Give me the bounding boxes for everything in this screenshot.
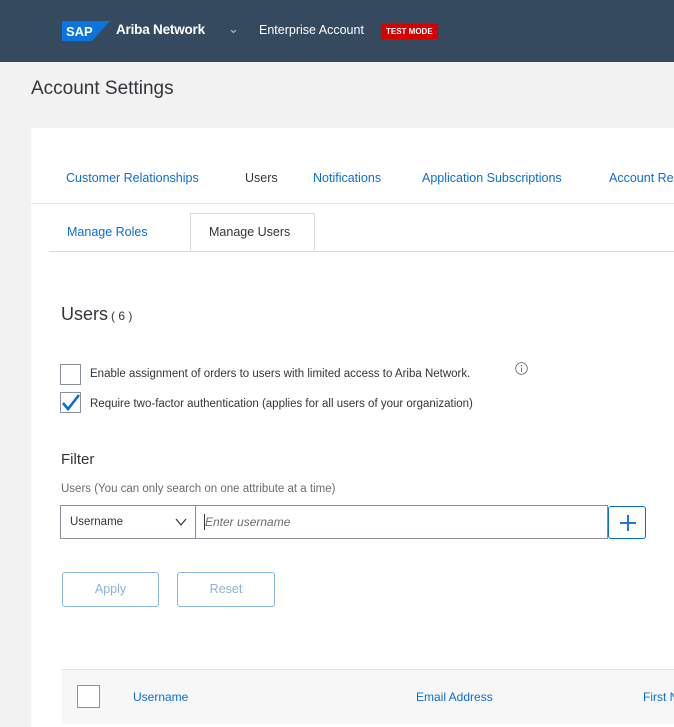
chevron-down-icon bbox=[175, 518, 187, 526]
two-factor-auth-checkbox[interactable] bbox=[60, 392, 81, 413]
product-menu-caret-icon[interactable]: ⌄ bbox=[228, 21, 239, 37]
column-header-first-name[interactable]: First N bbox=[643, 690, 674, 704]
users-heading-label: Users bbox=[61, 304, 109, 324]
select-all-checkbox[interactable] bbox=[77, 685, 100, 708]
filter-hint: Users (You can only search on one attrib… bbox=[61, 483, 336, 495]
filter-attribute-select[interactable]: Username bbox=[60, 505, 196, 539]
filter-title: Filter bbox=[61, 451, 95, 468]
test-mode-badge: TEST MODE bbox=[381, 24, 438, 39]
page-title: Account Settings bbox=[31, 78, 174, 99]
info-icon[interactable] bbox=[515, 362, 528, 375]
subtab-manage-roles[interactable]: Manage Roles bbox=[49, 213, 166, 251]
tab-customer-relationships[interactable]: Customer Relationships bbox=[66, 171, 199, 185]
apply-button[interactable]: Apply bbox=[62, 572, 159, 607]
settings-panel: Customer Relationships Users Notificatio… bbox=[31, 128, 674, 727]
checkmark-icon bbox=[62, 394, 81, 412]
reset-button[interactable]: Reset bbox=[177, 572, 275, 607]
users-heading: Users( 6 ) bbox=[61, 304, 132, 325]
two-factor-auth-label: Require two-factor authentication (appli… bbox=[90, 398, 473, 410]
tab-application-subscriptions[interactable]: Application Subscriptions bbox=[422, 171, 562, 185]
column-header-username[interactable]: Username bbox=[133, 690, 188, 704]
filter-username-input[interactable] bbox=[196, 505, 608, 539]
users-count: ( 6 ) bbox=[111, 309, 133, 323]
account-type: Enterprise Account bbox=[259, 23, 364, 37]
tab-users[interactable]: Users bbox=[245, 171, 278, 185]
top-bar: SAP Ariba Network ⌄ Enterprise Account T… bbox=[0, 0, 674, 62]
filter-attribute-value: Username bbox=[70, 516, 124, 528]
settings-tabs: Customer Relationships Users Notificatio… bbox=[31, 128, 674, 204]
tab-notifications[interactable]: Notifications bbox=[313, 171, 381, 185]
plus-icon bbox=[620, 515, 636, 531]
users-table-header: Username Email Address First N bbox=[62, 669, 674, 724]
limited-access-orders-checkbox[interactable] bbox=[60, 364, 81, 385]
subtab-manage-users[interactable]: Manage Users bbox=[190, 213, 315, 251]
sap-logo-text: SAP bbox=[66, 24, 93, 39]
product-name[interactable]: Ariba Network bbox=[116, 22, 205, 37]
text-cursor bbox=[204, 514, 205, 530]
column-header-email[interactable]: Email Address bbox=[416, 690, 493, 704]
sap-logo[interactable]: SAP bbox=[62, 21, 110, 41]
limited-access-orders-label: Enable assignment of orders to users wit… bbox=[90, 368, 471, 380]
add-filter-button[interactable] bbox=[608, 506, 646, 539]
tab-account-registration[interactable]: Account Re bbox=[609, 171, 674, 185]
users-subtabs: Manage Roles Manage Users bbox=[49, 213, 674, 252]
